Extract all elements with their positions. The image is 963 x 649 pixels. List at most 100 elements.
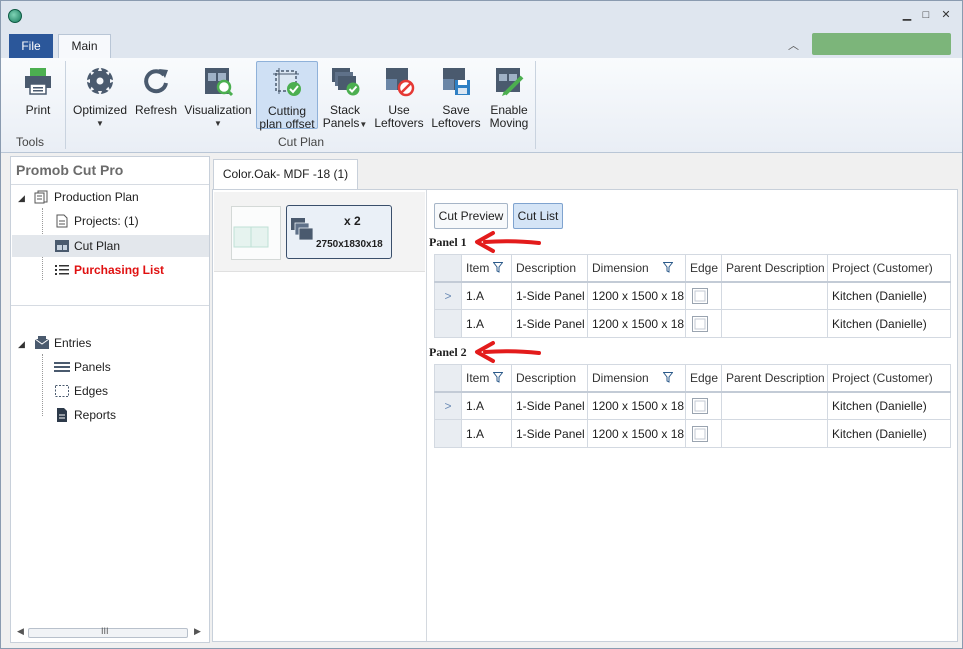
optimized-button[interactable]: Optimized ▼	[69, 61, 131, 130]
sidebar-item-edges[interactable]: Edges	[54, 380, 108, 402]
row-header-corner	[434, 364, 462, 393]
cutting-plan-offset-button[interactable]: Cutting plan offset	[256, 61, 318, 131]
sheet-size: 2750x1830x18	[316, 239, 383, 250]
column-header-item[interactable]: Item	[461, 254, 512, 283]
sidebar-item-projects[interactable]: Projects: (1)	[54, 210, 139, 232]
title-bar: ▁ □ ✕	[1, 1, 962, 31]
cell-dimension: 1200 x 1500 x 18	[587, 281, 686, 310]
cell-description: 1-Side Panel	[511, 309, 588, 338]
dropdown-arrow-icon: ▼	[214, 119, 222, 128]
sheet-thumbnail[interactable]	[231, 206, 281, 260]
sidebar-item-label: Projects: (1)	[74, 214, 139, 228]
tab-material[interactable]: Color.Oak- MDF -18 (1)	[213, 159, 358, 189]
cell-edge	[685, 281, 722, 310]
tab-main[interactable]: Main	[58, 34, 111, 58]
list-icon	[55, 265, 69, 275]
cell-description: 1-Side Panel	[511, 281, 588, 310]
cut-preview-button[interactable]: Cut Preview	[434, 203, 508, 229]
divider	[426, 190, 427, 641]
app-logo-icon	[8, 9, 22, 23]
column-header-edge[interactable]: Edge	[685, 254, 722, 283]
cut-list-button[interactable]: Cut List	[513, 203, 563, 229]
sheet-card[interactable]: x 2 2750x1830x18	[286, 205, 392, 259]
column-header-project[interactable]: Project (Customer)	[827, 364, 951, 393]
sidebar-item-cut-plan[interactable]: Cut Plan	[54, 235, 120, 257]
sheet-preview-icon	[233, 226, 269, 248]
printer-icon	[25, 68, 51, 95]
column-header-parent-description[interactable]: Parent Description	[721, 364, 828, 393]
column-header-parent-description[interactable]: Parent Description	[721, 254, 828, 283]
sidebar-item-label: Purchasing List	[74, 263, 165, 277]
collapse-ribbon-icon[interactable]: ︿	[788, 37, 799, 53]
minimize-button[interactable]: ▁	[899, 8, 915, 22]
collapse-arrow-icon[interactable]: ◢	[18, 339, 25, 350]
cell-description: 1-Side Panel	[511, 419, 588, 448]
reports-icon	[57, 408, 67, 422]
cell-edge	[685, 309, 722, 338]
cell-item: 1.A	[461, 281, 512, 310]
sidebar-item-reports[interactable]: Reports	[54, 404, 116, 426]
column-header-description[interactable]: Description	[511, 254, 588, 283]
cell-dimension: 1200 x 1500 x 18	[587, 309, 686, 338]
column-header-description[interactable]: Description	[511, 364, 588, 393]
cut-list-table-panel-2: Item Description Dimension Edge Parent D…	[434, 364, 951, 448]
column-header-edge[interactable]: Edge	[685, 364, 722, 393]
red-arrow-icon	[475, 231, 541, 253]
cell-edge	[685, 391, 722, 420]
scroll-left-icon[interactable]: ◀	[17, 626, 24, 637]
cell-parent-description	[721, 309, 828, 338]
column-header-dimension[interactable]: Dimension	[587, 254, 686, 283]
print-label: Print	[25, 103, 51, 117]
enable-moving-button[interactable]: Enable Moving	[485, 61, 533, 130]
horizontal-scrollbar[interactable]: ◀ III ▶	[17, 626, 202, 639]
scroll-grip: III	[101, 626, 109, 636]
table-row[interactable]: 1.A 1-Side Panel 1200 x 1500 x 18 Kitche…	[434, 309, 951, 338]
close-button[interactable]: ✕	[938, 8, 954, 22]
app-window: ▁ □ ✕ File Main ︿ Print Tools Optimized …	[0, 0, 963, 649]
column-header-project[interactable]: Project (Customer)	[827, 254, 951, 283]
table-row[interactable]: 1.A 1-Side Panel 1200 x 1500 x 18 Kitche…	[434, 419, 951, 448]
edge-icon	[692, 287, 708, 304]
row-selector[interactable]: >	[434, 391, 462, 420]
use-leftovers-button[interactable]: Use Leftovers	[372, 61, 426, 130]
edge-icon	[692, 315, 708, 332]
sidebar-item-production-plan[interactable]: Production Plan	[34, 186, 139, 208]
ribbon-tab-bar: File Main ︿	[1, 31, 962, 58]
scroll-right-icon[interactable]: ▶	[194, 626, 201, 637]
filter-icon[interactable]	[493, 371, 504, 383]
cell-project: Kitchen (Danielle)	[827, 391, 951, 420]
sidebar-item-label: Reports	[74, 408, 117, 422]
column-header-item[interactable]: Item	[461, 364, 512, 393]
row-selector[interactable]: >	[434, 281, 462, 310]
column-header-dimension[interactable]: Dimension	[587, 364, 686, 393]
filter-icon[interactable]	[662, 261, 673, 273]
sidebar-item-entries[interactable]: Entries	[34, 332, 91, 354]
visualization-label: Visualization	[184, 103, 252, 117]
divider	[11, 184, 209, 185]
stacked-sheets-icon	[291, 218, 314, 241]
stack-panels-button[interactable]: Stack Panels▼	[321, 61, 369, 131]
visualization-icon	[205, 68, 234, 97]
visualization-button[interactable]: Visualization ▼	[182, 61, 254, 130]
refresh-button[interactable]: Refresh	[132, 61, 180, 117]
sidebar-item-panels[interactable]: Panels	[54, 356, 111, 378]
status-indicator	[812, 33, 951, 55]
scrollbar-thumb[interactable]: III	[28, 626, 188, 638]
sidebar-item-purchasing-list[interactable]: Purchasing List	[54, 259, 164, 281]
row-selector[interactable]	[434, 309, 462, 338]
filter-icon[interactable]	[493, 261, 504, 273]
tab-file[interactable]: File	[9, 34, 53, 58]
divider	[11, 305, 209, 306]
panel-1-label: Panel 1	[429, 235, 467, 249]
table-row[interactable]: > 1.A 1-Side Panel 1200 x 1500 x 18 Kitc…	[434, 391, 951, 420]
table-row[interactable]: > 1.A 1-Side Panel 1200 x 1500 x 18 Kitc…	[434, 281, 951, 310]
group-separator	[65, 61, 66, 149]
row-selector[interactable]	[434, 419, 462, 448]
filter-icon[interactable]	[662, 371, 673, 383]
save-leftovers-button[interactable]: Save Leftovers	[429, 61, 483, 130]
use-leftovers-icon	[386, 68, 415, 97]
print-button[interactable]: Print	[13, 61, 63, 117]
collapse-arrow-icon[interactable]: ◢	[18, 193, 25, 204]
maximize-button[interactable]: □	[918, 8, 934, 22]
main-area: Color.Oak- MDF -18 (1) x 2 2750x1830x18 …	[212, 156, 958, 643]
